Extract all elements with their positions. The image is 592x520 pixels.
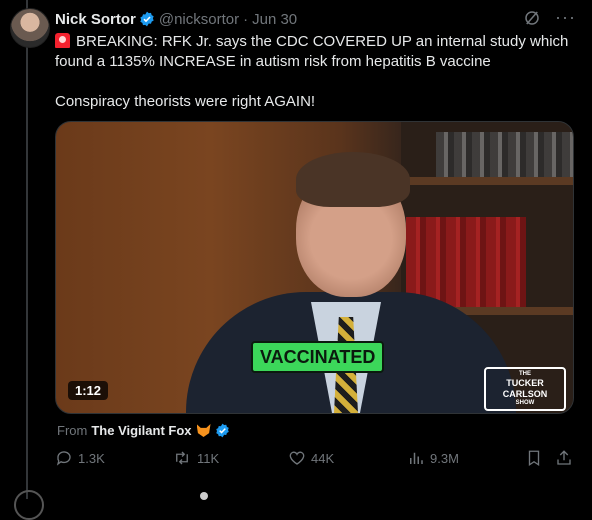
repost-icon (172, 449, 192, 467)
video-player[interactable]: VACCINATED 1:12 THE TUCKER CARLSON SHOW (55, 121, 574, 414)
author-handle[interactable]: @nicksortor (159, 11, 239, 28)
verified-icon (139, 11, 155, 27)
grok-icon[interactable] (523, 9, 541, 27)
share-button[interactable] (555, 449, 573, 467)
show-logo: THE TUCKER CARLSON SHOW (484, 367, 566, 411)
repost-count: 11K (197, 450, 220, 466)
reply-count: 1.3K (78, 450, 105, 466)
logo-line: TUCKER (506, 378, 544, 388)
like-count: 44K (311, 450, 335, 466)
siren-icon (55, 33, 70, 48)
avatar[interactable] (10, 8, 50, 48)
more-icon[interactable]: ··· (555, 8, 576, 27)
books-top (436, 132, 573, 177)
author-name[interactable]: Nick Sortor (55, 11, 136, 28)
source-name[interactable]: The Vigilant Fox (91, 423, 191, 438)
shelf-plank (401, 177, 573, 185)
reply-button[interactable]: 1.3K (55, 449, 105, 467)
like-icon (288, 449, 306, 467)
source-attribution: From The Vigilant Fox (57, 423, 230, 438)
person-hair (296, 152, 410, 207)
logo-line: THE (519, 371, 531, 377)
verified-icon (215, 423, 230, 438)
bookmark-icon (525, 449, 543, 467)
separator: · (243, 10, 249, 28)
books-red (406, 217, 526, 307)
header-actions: ··· (523, 8, 576, 27)
post-line-2: Conspiracy theorists were right AGAIN! (55, 93, 316, 110)
logo-line: SHOW (515, 400, 535, 406)
bookmark-button[interactable] (525, 449, 543, 467)
source-prefix: From (57, 423, 88, 438)
share-icon (555, 449, 573, 467)
thread-line (26, 0, 28, 499)
post-date[interactable]: Jun 30 (252, 11, 297, 28)
views-icon (407, 449, 425, 467)
video-duration: 1:12 (68, 381, 109, 400)
action-bar: 1.3K 11K 44K 9.3M (55, 449, 575, 473)
reply-icon (55, 449, 73, 467)
views-count: 9.3M (430, 450, 459, 466)
post-line-1: BREAKING: RFK Jr. says the CDC COVERED U… (55, 33, 569, 70)
fox-icon (196, 424, 211, 437)
like-button[interactable]: 44K (288, 449, 334, 467)
repost-button[interactable]: 11K (172, 449, 219, 467)
views-button[interactable]: 9.3M (407, 449, 459, 467)
next-post-preview (0, 490, 592, 520)
avatar[interactable] (14, 490, 44, 520)
post-text: BREAKING: RFK Jr. says the CDC COVERED U… (55, 32, 575, 112)
video-caption: VACCINATED (251, 341, 385, 373)
post-header: Nick Sortor @nicksortor · Jun 30 ··· (55, 8, 580, 29)
logo-line: CARLSON (502, 389, 548, 399)
